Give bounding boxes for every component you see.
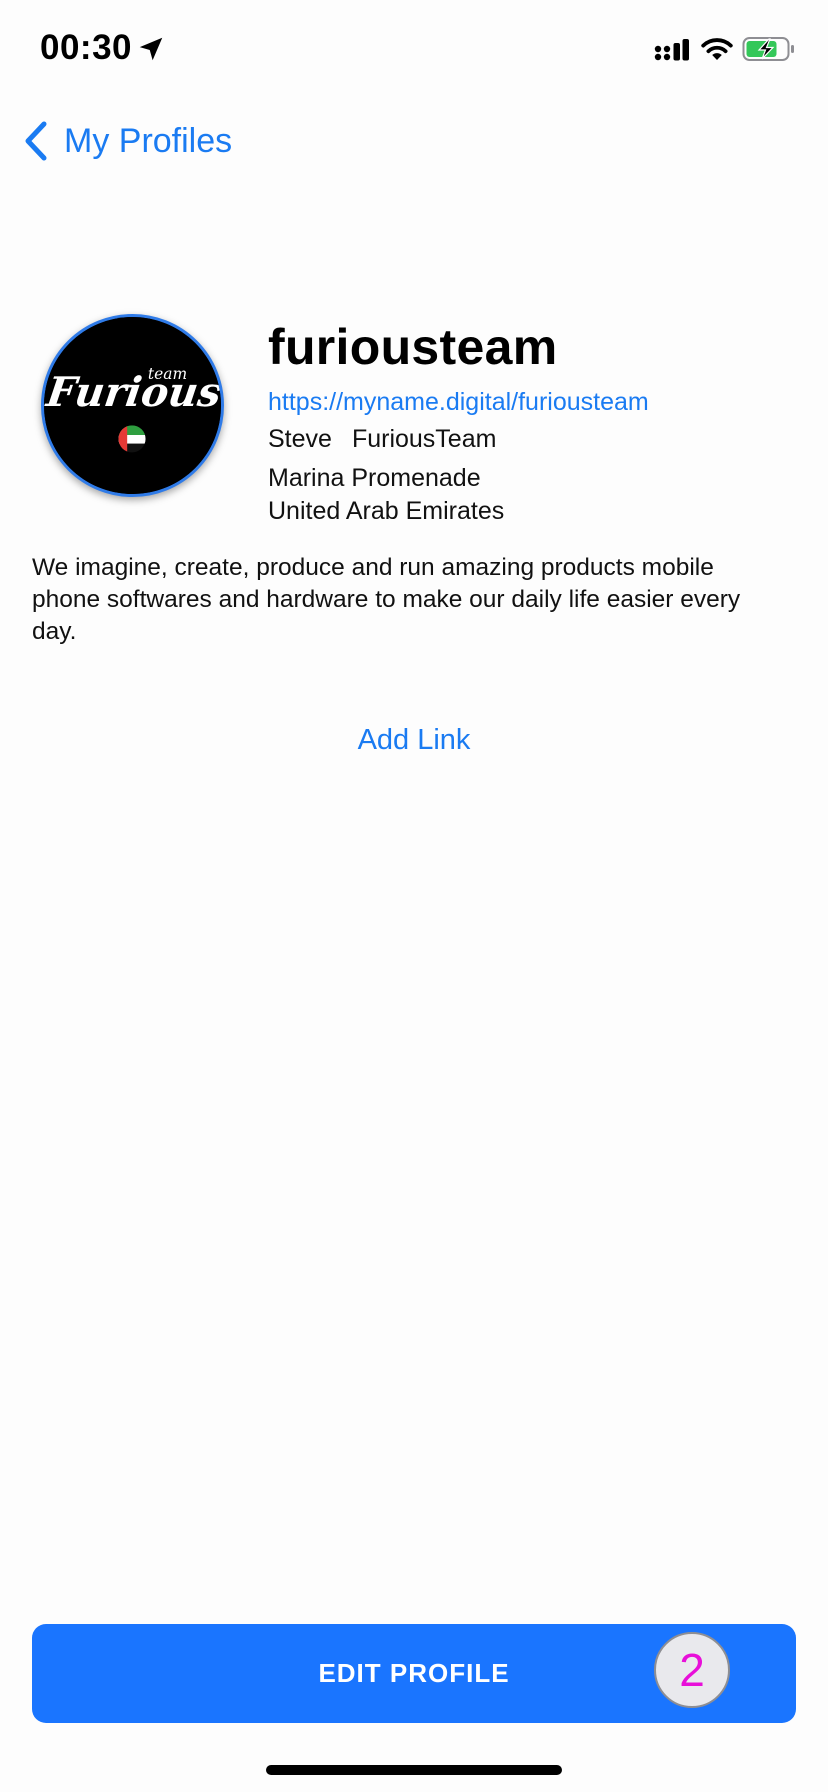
status-bar: 00:30: [0, 0, 828, 100]
profile-full-name: Steve FuriousTeam: [268, 425, 496, 454]
address-line-2: United Arab Emirates: [268, 497, 505, 525]
edit-profile-label: EDIT PROFILE: [318, 1658, 510, 1688]
logo-text: Furious: [44, 368, 221, 416]
back-button[interactable]: My Profiles: [24, 118, 232, 164]
home-indicator: [266, 1765, 562, 1775]
add-link-button[interactable]: Add Link: [358, 724, 471, 756]
profile-url-link[interactable]: https://myname.digital/furiousteam: [268, 388, 649, 417]
add-link-row: Add Link: [0, 724, 828, 757]
status-time: 00:30: [40, 28, 133, 67]
step-badge: 2: [654, 1632, 730, 1708]
address-line-1: Marina Promenade: [268, 464, 481, 492]
back-button-label: My Profiles: [64, 121, 233, 160]
profile-address: Marina Promenade United Arab Emirates: [268, 462, 504, 528]
profile-first-name: Steve: [268, 425, 332, 453]
furious-team-logo: team Furious: [44, 317, 221, 494]
wifi-icon: [701, 38, 733, 60]
profile-username: furiousteam: [268, 319, 558, 375]
profile-avatar: team Furious: [41, 314, 224, 497]
chevron-left-icon: [25, 121, 47, 161]
profile-bio: We imagine, create, produce and run amaz…: [32, 554, 741, 645]
battery-charging-icon: [742, 37, 794, 61]
profile-last-name: FuriousTeam: [351, 425, 497, 453]
cellular-signal-icon: [654, 39, 689, 61]
location-arrow-icon: [139, 37, 163, 61]
